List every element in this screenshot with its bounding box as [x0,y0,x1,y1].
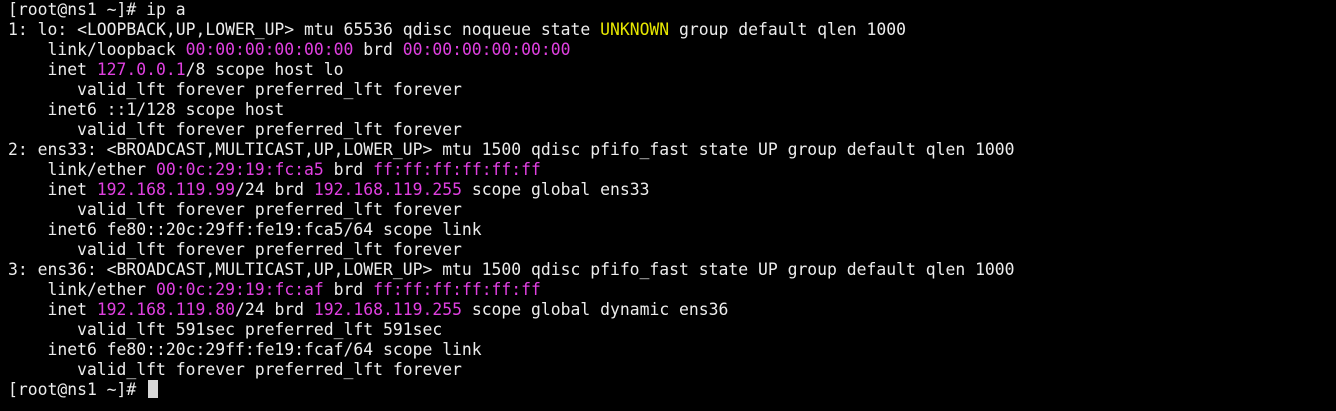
line-text: valid_lft forever preferred_lft forever [8,360,462,379]
terminal-line: 2: ens33: <BROADCAST,MULTICAST,UP,LOWER_… [8,140,1336,160]
highlighted-address: 192.168.119.255 [313,180,462,199]
terminal-line: inet 127.0.0.1/8 scope host lo [8,60,1336,80]
line-text: brd [353,40,403,59]
terminal-line: valid_lft forever preferred_lft forever [8,240,1336,260]
line-text: 2: ens33: <BROADCAST,MULTICAST,UP,LOWER_… [8,140,1015,159]
highlighted-address: 127.0.0.1 [96,60,186,79]
line-text: group default qlen 1000 [669,20,907,39]
highlighted-state: UNKNOWN [600,20,670,39]
terminal-line: inet6 ::1/128 scope host [8,100,1336,120]
line-text: inet [8,180,97,199]
terminal-line: valid_lft 591sec preferred_lft 591sec [8,320,1336,340]
line-text: valid_lft forever preferred_lft forever [8,80,462,99]
text-cursor [148,380,159,398]
highlighted-address: 192.168.119.255 [313,300,462,319]
line-text: link/ether [8,160,157,179]
line-text: valid_lft forever preferred_lft forever [8,240,462,259]
line-text: [root@ns1 ~]# ip a [8,0,186,19]
highlighted-address: 192.168.119.80 [96,300,235,319]
line-text: inet [8,60,97,79]
highlighted-address: 00:00:00:00:00:00 [185,40,354,59]
line-text: scope global dynamic ens36 [461,300,729,319]
line-text: /24 brd [234,180,314,199]
terminal-line: [root@ns1 ~]# ip a [8,0,1336,20]
terminal-line: inet6 fe80::20c:29ff:fe19:fca5/64 scope … [8,220,1336,240]
terminal-line: 1: lo: <LOOPBACK,UP,LOWER_UP> mtu 65536 … [8,20,1336,40]
line-text: valid_lft 591sec preferred_lft 591sec [8,320,443,339]
line-text: inet6 fe80::20c:29ff:fe19:fcaf/64 scope … [8,340,482,359]
terminal-line: valid_lft forever preferred_lft forever [8,200,1336,220]
terminal-line: link/loopback 00:00:00:00:00:00 brd 00:0… [8,40,1336,60]
terminal-line: inet 192.168.119.80/24 brd 192.168.119.2… [8,300,1336,320]
highlighted-address: ff:ff:ff:ff:ff:ff [373,280,541,299]
line-text: /8 scope host lo [185,60,344,79]
terminal-line: link/ether 00:0c:29:19:fc:a5 brd ff:ff:f… [8,160,1336,180]
terminal-prompt-line[interactable]: [root@ns1 ~]# [8,380,1336,400]
terminal-line: valid_lft forever preferred_lft forever [8,360,1336,380]
terminal-output: [root@ns1 ~]# ip a 1: lo: <LOOPBACK,UP,LO… [8,0,1336,380]
line-text: link/loopback [8,40,186,59]
line-text: valid_lft forever preferred_lft forever [8,200,462,219]
line-text: brd [323,280,374,299]
line-text: brd [323,160,374,179]
terminal-line: link/ether 00:0c:29:19:fc:af brd ff:ff:f… [8,280,1336,300]
line-text: valid_lft forever preferred_lft forever [8,120,462,139]
line-text: inet6 ::1/128 scope host [8,100,285,119]
terminal-line: inet 192.168.119.99/24 brd 192.168.119.2… [8,180,1336,200]
terminal-line: valid_lft forever preferred_lft forever [8,80,1336,100]
line-text: link/ether [8,280,157,299]
highlighted-address: 00:0c:29:19:fc:af [156,280,324,299]
shell-prompt: [root@ns1 ~]# [8,380,147,399]
highlighted-address: ff:ff:ff:ff:ff:ff [373,160,541,179]
line-text: inet6 fe80::20c:29ff:fe19:fca5/64 scope … [8,220,482,239]
line-text: 1: lo: <LOOPBACK,UP,LOWER_UP> mtu 65536 … [8,20,601,39]
highlighted-address: 00:00:00:00:00:00 [402,40,571,59]
line-text: scope global ens33 [461,180,650,199]
terminal-window[interactable]: [root@ns1 ~]# ip a 1: lo: <LOOPBACK,UP,LO… [0,0,1336,411]
terminal-line: 3: ens36: <BROADCAST,MULTICAST,UP,LOWER_… [8,260,1336,280]
line-text: inet [8,300,97,319]
highlighted-address: 00:0c:29:19:fc:a5 [156,160,324,179]
line-text: 3: ens36: <BROADCAST,MULTICAST,UP,LOWER_… [8,260,1015,279]
terminal-line: inet6 fe80::20c:29ff:fe19:fcaf/64 scope … [8,340,1336,360]
highlighted-address: 192.168.119.99 [96,180,235,199]
terminal-line: valid_lft forever preferred_lft forever [8,120,1336,140]
line-text: /24 brd [234,300,314,319]
